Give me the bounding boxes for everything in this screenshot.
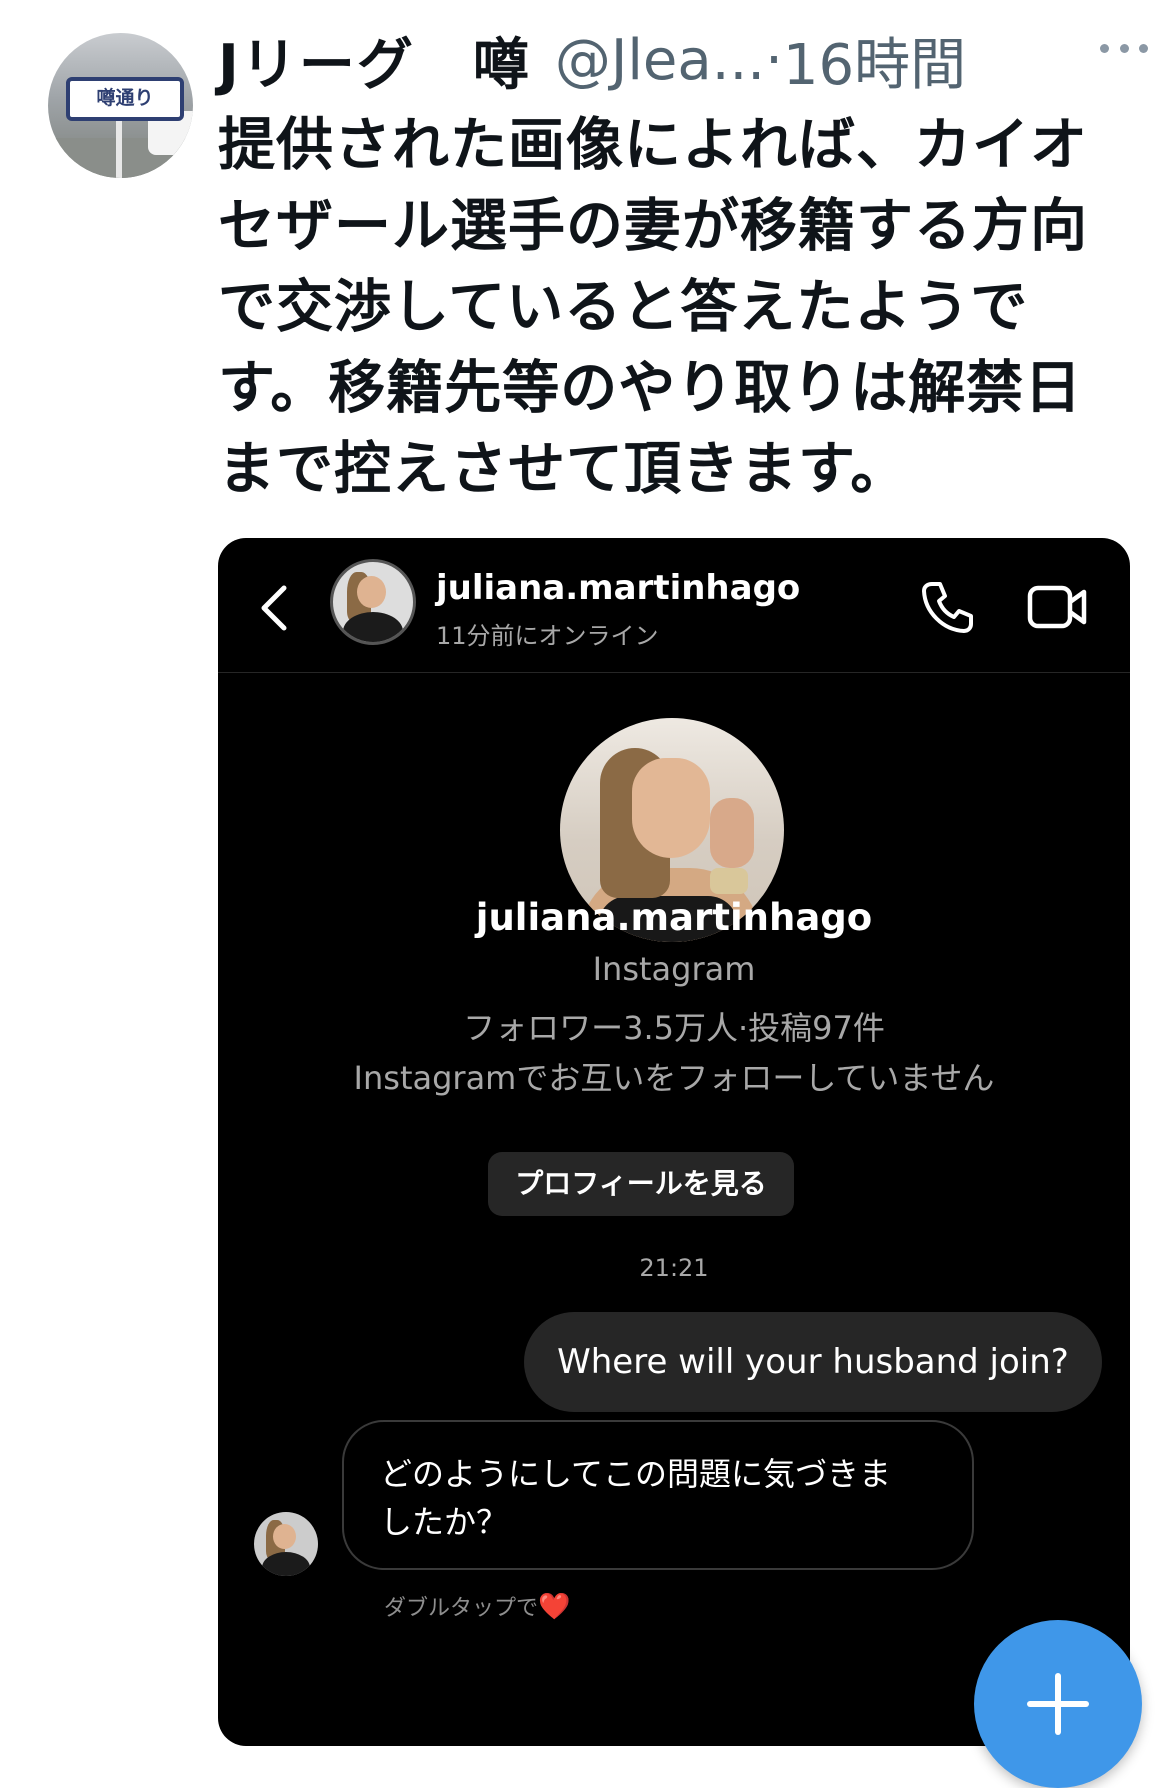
incoming-message: どのようにしてこの問題に気づきま したか？ [342, 1420, 974, 1570]
header-separator: · [765, 27, 783, 93]
author-avatar[interactable]: 噂通り [48, 33, 193, 178]
phone-icon [922, 582, 973, 633]
tweet-text-line: で交渉していると答えたようで [218, 274, 1029, 340]
profile-username: juliana.martinhago [475, 896, 873, 939]
view-profile-button: プロフィールを見る [488, 1152, 794, 1216]
double-tap-hint-text: ダブルタップで [384, 1596, 539, 1621]
tweet-text-line: まで控えさせて頂きます。 [218, 436, 909, 502]
dm-header: juliana.martinhago 11分前にオンライン [218, 538, 1130, 673]
avatar-sign-post [116, 117, 122, 178]
outgoing-message: Where will your husband join? [524, 1312, 1102, 1412]
incoming-message-line: どのようにしてこの問題に気づきま [380, 1455, 892, 1493]
dm-header-avatar [330, 559, 416, 645]
compose-button[interactable] [974, 1620, 1142, 1788]
sender-avatar [254, 1512, 318, 1576]
tweet-text: 提供された画像によれば、カイオ セザール選手の妻が移籍する方向 で交渉していると… [218, 105, 1118, 510]
plus-icon [1027, 1673, 1089, 1735]
video-camera-icon [1027, 585, 1087, 629]
more-horizontal-icon[interactable] [1100, 38, 1148, 58]
profile-source: Instagram [592, 950, 756, 988]
dm-header-username: juliana.martinhago [436, 568, 801, 608]
tweet-time[interactable]: 16時間 [783, 20, 966, 101]
double-tap-hint: ダブルタップで❤️ [384, 1590, 570, 1622]
chevron-left-icon [261, 585, 287, 631]
heart-icon: ❤️ [538, 1592, 571, 1622]
profile-stats: フォロワー3.5万人·投稿97件 [463, 1009, 885, 1047]
tweet-header: Jリーグ 噂 @Jlea... · 16時間 [218, 22, 1148, 98]
author-handle[interactable]: @Jlea... [555, 28, 765, 93]
attached-image[interactable]: juliana.martinhago 11分前にオンライン juliana.ma… [218, 538, 1130, 1746]
tweet-text-line: セザール選手の妻が移籍する方向 [218, 193, 1088, 259]
incoming-message-line: したか？ [380, 1503, 509, 1541]
message-timestamp: 21:21 [639, 1254, 709, 1282]
author-name[interactable]: Jリーグ 噂 [218, 20, 531, 101]
tweet-text-line: す。移籍先等のやり取りは解禁日 [218, 355, 1083, 421]
tweet-text-line: 提供された画像によれば、カイオ [218, 112, 1088, 178]
dm-header-status: 11分前にオンライン [436, 622, 659, 650]
profile-follow-status: Instagramでお互いをフォローしていません [353, 1059, 995, 1097]
avatar-sign: 噂通り [66, 77, 184, 121]
